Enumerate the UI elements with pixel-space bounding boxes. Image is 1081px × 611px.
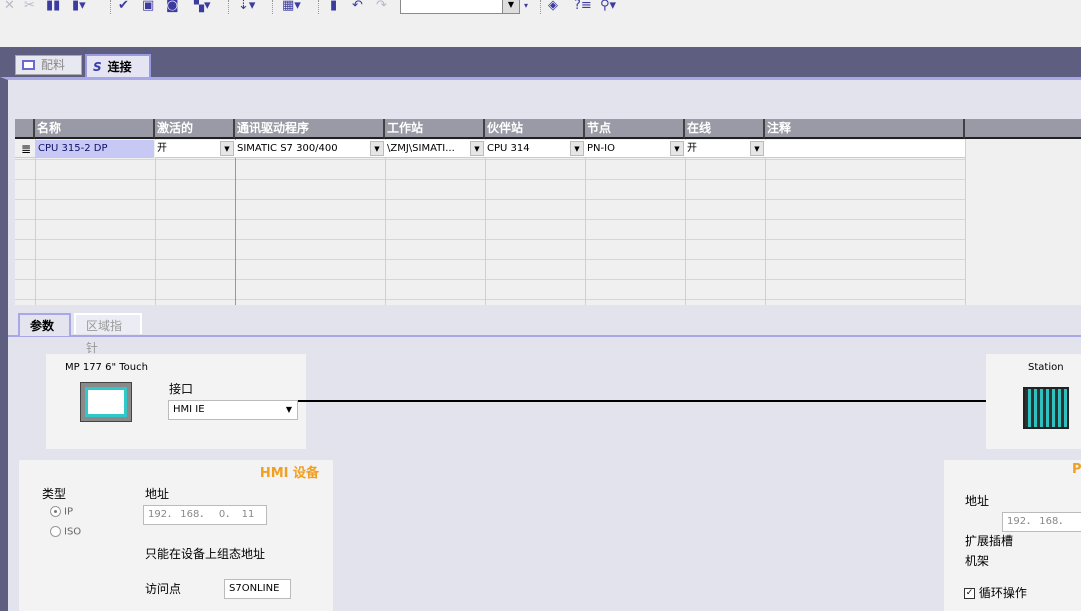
column-header[interactable]: 通讯驱动程序 [235,119,385,139]
radio-ip[interactable]: IP [50,506,73,518]
chevron-down-icon[interactable]: ▼ [470,141,484,156]
radio-iso[interactable]: ISO [50,526,81,538]
cell-partner[interactable]: CPU 314 ▼ [485,140,585,158]
access-point-field[interactable]: S7ONLINE [224,579,291,599]
column-header[interactable]: 伙伴站 [485,119,585,139]
help-list-icon[interactable]: ?≡ [574,0,592,14]
glasses-icon[interactable]: ◙ [166,0,179,14]
editor-tab-bar [0,47,1081,77]
cyclic-operation-checkbox[interactable]: ✓ 循环操作 [964,584,1027,601]
chevron-down-icon[interactable]: ▾ [524,0,528,14]
hmi-settings-panel: HMI 设备 类型 IP ISO 地址 192． 168． 0． 11 只能在设… [19,460,333,611]
undo-icon[interactable]: ↶ [352,0,363,14]
cell-driver[interactable]: SIMATIC S7 300/400 ▼ [235,140,385,158]
cell-online[interactable]: 开 ▼ [685,140,765,158]
column-header[interactable]: 激活的 [155,119,235,139]
connection-line [298,400,986,402]
tab-recipe[interactable]: 配料 [15,55,82,75]
chevron-down-icon[interactable]: ▼ [220,141,234,156]
hmi-device-box: MP 177 6" Touch 接口 HMI IE ▼ [46,354,306,449]
compile-icon[interactable]: ▣ [142,0,154,14]
tab-parameters[interactable]: 参数 [18,313,71,336]
toolbar-combo[interactable]: ▼ [400,0,520,14]
chevron-down-icon[interactable]: ▼ [670,141,684,156]
layout-icon[interactable]: ▦▾ [282,0,301,14]
plc-station-icon [1023,387,1069,429]
window-icon [22,60,35,70]
hmi-panel-icon [80,382,132,422]
delete-icon[interactable]: ✕ [4,0,15,14]
interface-select[interactable]: HMI IE ▼ [168,400,298,420]
chevron-down-icon: ▼ [285,405,292,414]
toolbar: ✕ ✂ ▮▮ ▮▾ ✔ ▣ ◙ ▚▾ ⇣▾ ▦▾ ▮ ↶ ↷ ▼ ▾ ◈ ?≡ … [0,0,1081,46]
tab-connections[interactable]: S 连接 [85,54,151,78]
cell-node[interactable]: PN-IO ▼ [585,140,685,158]
chevron-down-icon[interactable]: ▼ [570,141,584,156]
plc-address-field[interactable]: 192． 168． [1002,512,1081,532]
column-header[interactable]: 工作站 [385,119,485,139]
column-header[interactable]: 注释 [765,119,965,139]
redo-icon[interactable]: ↷ [376,0,387,14]
connection-icon: S [93,60,102,74]
station-box: Station [986,354,1081,449]
chevron-down-icon[interactable]: ▼ [502,0,519,13]
check-icon[interactable]: ✔ [118,0,129,14]
hmi-device-name: MP 177 6" Touch [65,362,148,373]
row-selector-icon[interactable]: ≣ [15,140,35,158]
cut-icon[interactable]: ✂ [24,0,35,14]
chevron-down-icon[interactable]: ▼ [370,141,384,156]
column-header[interactable]: 在线 [685,119,765,139]
download-icon[interactable]: ⇣▾ [238,0,255,14]
table-header: 名称 激活的 通讯驱动程序 工作站 伙伴站 节点 在线 注释 [15,119,1081,139]
copy-icon[interactable]: ▮▮ [46,0,60,14]
plc-settings-panel: P 地址 192． 168． 扩展插槽 机架 ✓ 循环操作 [944,460,1081,611]
bookmark-icon[interactable]: ▮ [330,0,337,14]
property-tabs: 参数 区域指针 [8,313,1081,355]
checkbox-checked-icon: ✓ [964,588,975,599]
column-header[interactable]: 节点 [585,119,685,139]
book-icon[interactable]: ◈ [548,0,558,14]
cell-comment[interactable] [765,140,965,158]
tab-area-pointer[interactable]: 区域指针 [74,313,142,355]
paste-icon[interactable]: ▮▾ [72,0,86,14]
column-header[interactable]: 名称 [35,119,155,139]
chevron-down-icon[interactable]: ▼ [750,141,764,156]
cell-active[interactable]: 开 ▼ [155,140,235,158]
zoom-icon[interactable]: ⚲▾ [600,0,616,14]
cell-station[interactable]: \ZMJ\SIMATI... ▼ [385,140,485,158]
hmi-address-field[interactable]: 192． 168． 0． 11 [143,505,267,525]
cell-name[interactable]: CPU 315-2 DP [36,140,154,158]
connections-table: 名称 激活的 通讯驱动程序 工作站 伙伴站 节点 在线 注释 ≣ CPU 315… [15,119,1081,305]
network-icon[interactable]: ▚▾ [194,0,211,14]
